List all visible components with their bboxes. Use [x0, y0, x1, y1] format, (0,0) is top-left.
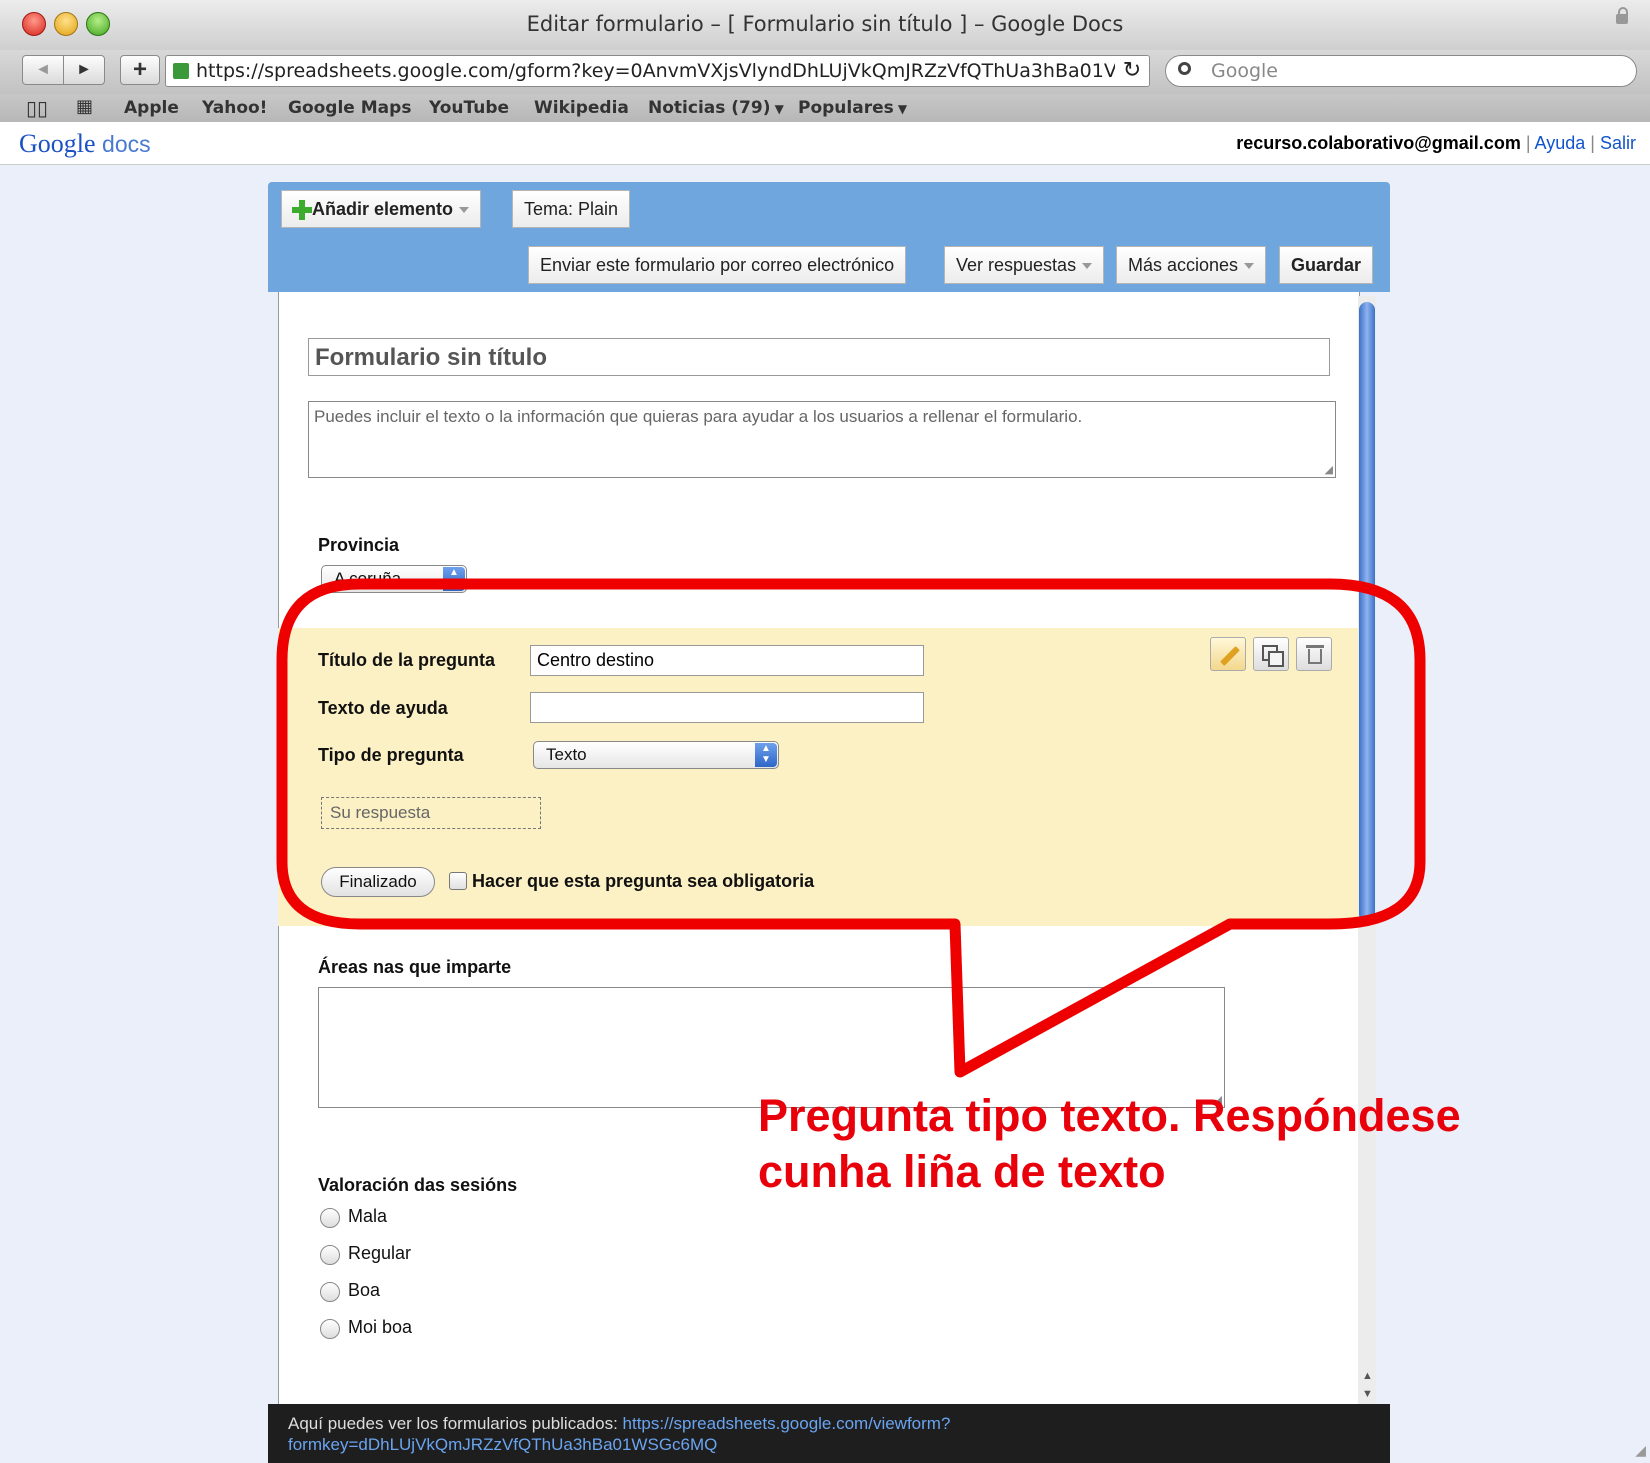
annotation-line-1: Pregunta tipo texto. Respóndese	[758, 1090, 1461, 1141]
annotation-callout	[276, 578, 1426, 1078]
annotation-text: Pregunta tipo texto. Respóndese cunha li…	[758, 1088, 1638, 1200]
annotation-line-2: cunha liña de texto	[758, 1146, 1166, 1197]
